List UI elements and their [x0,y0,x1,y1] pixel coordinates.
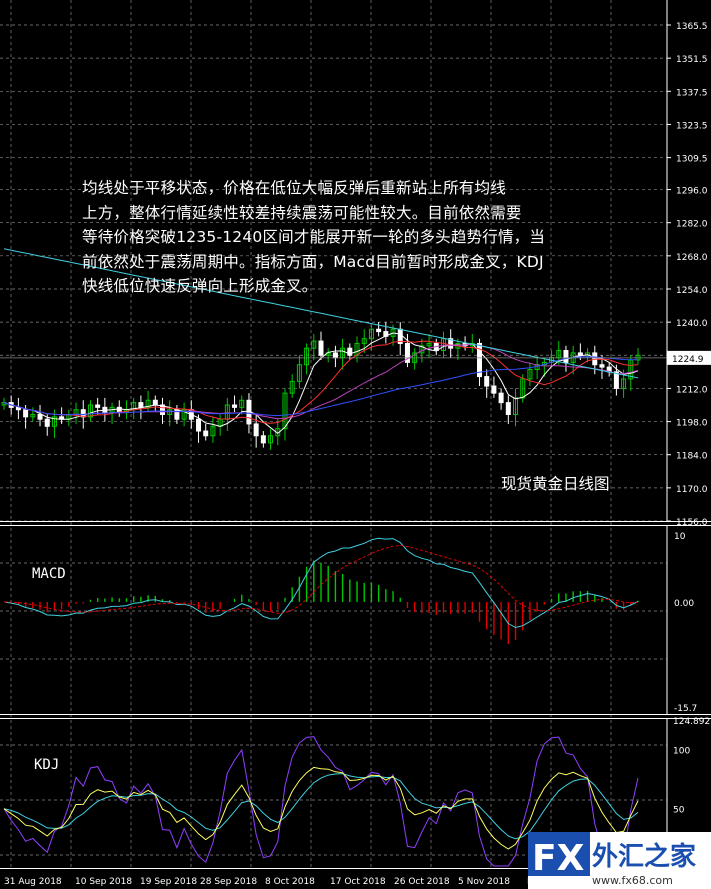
bear-candle [505,402,511,415]
date-tick-label: 28 Sep 2018 [200,877,257,887]
bear-candle [491,385,497,394]
fx68-logo: FX 外汇之家 www.fx68.com [528,832,711,889]
bear-candle [15,406,21,411]
chart-canvas: 1365.5 1351.5 1337.5 1323.5 1309.5 1296.0 1282… [0,0,711,889]
logo-fx: FX [532,838,585,879]
bear-candle [37,413,43,420]
price-tick-label: 1254.0 [676,286,708,296]
kdj-tick-label: 50 [673,806,685,816]
bear-candle [498,392,504,404]
bear-candle [599,364,605,368]
price-tick-label: 1212.0 [676,385,708,395]
price-tick-label: 1240.0 [676,319,708,329]
bear-candle [203,430,209,437]
price-tick-label: 1156.0 [676,518,708,528]
bear-candle [253,423,259,437]
bear-candle [23,409,29,418]
date-tick-label: 5 Nov 2018 [458,877,510,887]
bear-candle [318,340,324,356]
bear-candle [116,406,122,413]
price-tick-label: 1351.5 [676,55,708,65]
price-tick-label: 1170.0 [676,485,708,495]
bear-candle [138,402,144,408]
analysis-annotation: 均线处于平移状态，价格在低位大幅反弹后重新站上所有均线 上方，整体行情延续性较差… [82,176,642,299]
bear-candle [484,376,490,387]
price-tick-label: 1309.5 [676,155,708,165]
chart-caption: 现货黄金日线图 [501,475,610,493]
date-tick-label: 19 Sep 2018 [140,877,197,887]
bear-candle [260,435,266,444]
kdj-tick-label: 100 [673,746,690,756]
bear-candle [95,404,101,408]
logo-site: www.fx68.com [592,874,673,887]
date-tick-label: 31 Aug 2018 [4,877,62,887]
date-tick-label: 10 Sep 2018 [75,877,132,887]
logo-cn: 外汇之家 [592,841,696,872]
date-tick-label: 17 Oct 2018 [330,877,386,887]
price-tick-label: 1198.0 [676,419,708,429]
bear-candle [376,328,382,333]
price-tick-label: 1296.0 [676,187,708,197]
price-tick-label: 1323.5 [676,121,708,131]
annotation-line-4: 前依然处于震荡周期中。指标方面，Macd目前暂时形成金叉，KDJ [82,252,544,271]
date-tick-label: 8 Oct 2018 [265,877,315,887]
kdj-label: KDJ [34,757,59,773]
bear-candle [232,404,238,408]
macd-tick-label: -15.7 [674,704,697,714]
bear-candle [332,352,338,359]
annotation-line-2: 上方，整体行情延续性较差持续震荡可能性较大。目前依然需要 [82,203,522,222]
bear-candle [152,399,158,406]
date-tick-label: 26 Oct 2018 [394,877,450,887]
macd-label: MACD [32,566,66,582]
bear-candle [613,371,619,389]
macd-tick-label: 10 [674,532,686,542]
price-tick-label: 1365.5 [676,22,708,32]
bear-candle [44,418,50,427]
macd-tick-label: 0.00 [674,599,694,609]
price-tick-label: 1282.0 [676,220,708,230]
price-tick-label: 1337.5 [676,88,708,98]
bear-candle [563,350,569,363]
annotation-line-3: 等待价格突破1235-1240区间才能展开新一轮的多头趋势行情，当 [82,228,546,246]
price-tick-label: 1184.0 [676,452,708,462]
bear-candle [196,418,202,432]
current-price-value: 1224.9 [672,355,704,365]
price-tick-label: 1268.0 [676,253,708,263]
annotation-line-1: 均线处于平移状态，价格在低位大幅反弹后重新站上所有均线 [82,179,506,197]
bear-candle [577,352,583,356]
annotation-line-5: 快线低位快速反弹向上形成金叉。 [82,277,318,295]
